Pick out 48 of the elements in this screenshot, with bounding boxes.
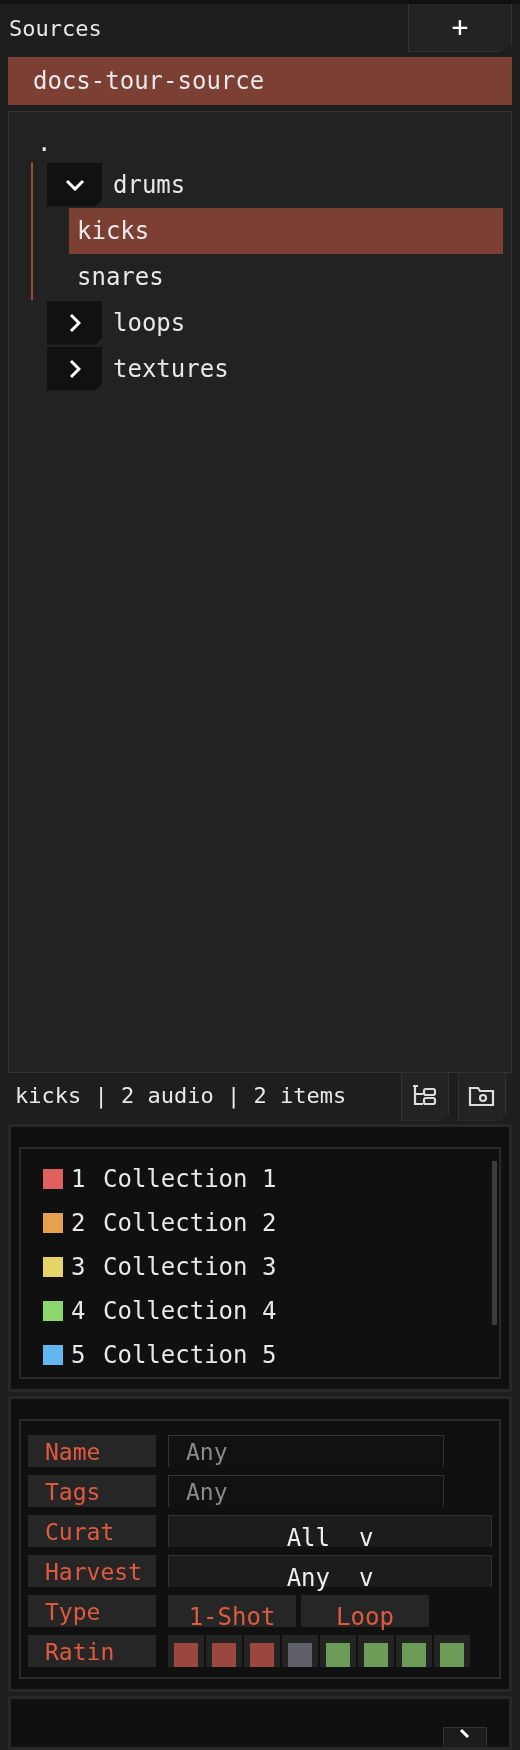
filter-label: Name bbox=[28, 1434, 156, 1467]
scrollbar[interactable] bbox=[492, 1160, 497, 1325]
filter-label: Tags bbox=[28, 1474, 156, 1507]
rating-cell[interactable] bbox=[434, 1634, 470, 1667]
folder-item[interactable]: snares bbox=[69, 253, 503, 300]
collection-number: 4 bbox=[71, 1295, 87, 1326]
rating-cell[interactable] bbox=[320, 1634, 356, 1667]
filter-input[interactable]: Any bbox=[168, 1474, 444, 1507]
filter-label: Ratin bbox=[28, 1634, 156, 1667]
rating-cell[interactable] bbox=[168, 1634, 204, 1667]
type-toggle[interactable]: 1-Shot bbox=[168, 1594, 296, 1627]
rating-cell[interactable] bbox=[396, 1634, 432, 1667]
tree-view-button[interactable] bbox=[401, 1072, 449, 1121]
status-text: kicks | 2 audio | 2 items bbox=[15, 1082, 347, 1108]
folder-icon bbox=[468, 1085, 496, 1108]
chevron-down-icon bbox=[64, 178, 85, 191]
collection-number: 2 bbox=[71, 1207, 87, 1238]
tree-view-icon bbox=[412, 1085, 438, 1108]
filter-label: Type bbox=[28, 1594, 156, 1627]
expand-toggle[interactable] bbox=[47, 346, 102, 391]
rating-cell[interactable] bbox=[206, 1634, 242, 1667]
expand-button[interactable] bbox=[443, 1727, 487, 1747]
collection-number: 5 bbox=[71, 1339, 87, 1370]
collection-name[interactable]: Collection 1 bbox=[103, 1163, 277, 1194]
filter-dropdown[interactable]: All v bbox=[168, 1514, 492, 1547]
collection-name[interactable]: Collection 5 bbox=[103, 1339, 277, 1370]
folder-label[interactable]: textures bbox=[113, 354, 229, 383]
folder-item[interactable]: kicks bbox=[69, 207, 503, 254]
folder-label[interactable]: drums bbox=[113, 170, 186, 199]
rating-cell[interactable] bbox=[282, 1634, 318, 1667]
rating-cell[interactable] bbox=[358, 1634, 394, 1667]
collection-number: 1 bbox=[71, 1163, 87, 1194]
collection-number: 3 bbox=[71, 1251, 87, 1282]
expand-toggle[interactable] bbox=[47, 300, 102, 345]
tree-root[interactable]: . bbox=[37, 131, 511, 162]
panel-title: Sources bbox=[9, 16, 102, 41]
add-button[interactable]: + bbox=[408, 4, 512, 52]
filter-label: Curat bbox=[28, 1514, 156, 1547]
collection-name[interactable]: Collection 3 bbox=[103, 1251, 277, 1282]
filter-label: Harvest bbox=[28, 1554, 156, 1587]
folder-button[interactable] bbox=[458, 1072, 506, 1121]
filter-input[interactable]: Any bbox=[168, 1434, 444, 1467]
collection-name[interactable]: Collection 2 bbox=[103, 1207, 277, 1238]
rating-cell[interactable] bbox=[244, 1634, 280, 1667]
source-item[interactable]: docs-tour-source bbox=[8, 57, 512, 105]
expand-toggle[interactable] bbox=[47, 162, 102, 207]
folder-label[interactable]: loops bbox=[113, 308, 186, 337]
collection-name[interactable]: Collection 4 bbox=[103, 1295, 277, 1326]
